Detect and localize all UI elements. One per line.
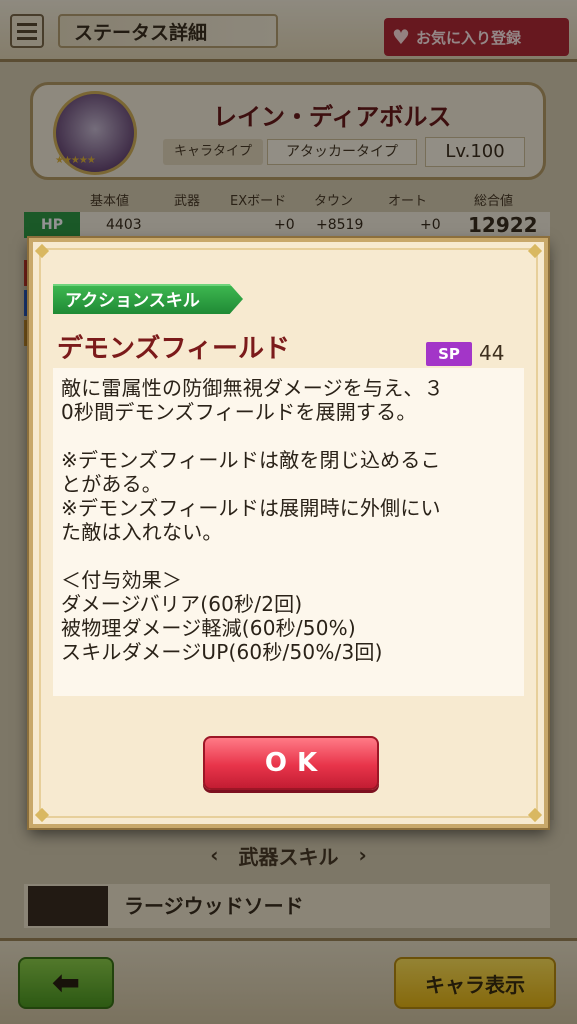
skill-type-badge: アクションスキル bbox=[53, 284, 243, 314]
description-line: ※デモンズフィールドは敵を閉じ込めるこ bbox=[61, 448, 441, 472]
description-line: 0秒間デモンズフィールドを展開する。 bbox=[61, 400, 417, 424]
description-line bbox=[61, 424, 516, 448]
ok-button[interactable]: OK bbox=[203, 736, 379, 790]
description-line: スキルダメージUP(60秒/50%/3回) bbox=[61, 640, 383, 664]
description-line: とがある。 bbox=[61, 472, 162, 496]
sp-label: SP bbox=[426, 342, 472, 366]
description-line: 被物理ダメージ軽減(60秒/50%) bbox=[61, 616, 356, 640]
skill-description: 敵に雷属性の防御無視ダメージを与え、３ 0秒間デモンズフィールドを展開する。 ※… bbox=[53, 368, 524, 696]
skill-detail-dialog: アクションスキル デモンズフィールド SP 44 敵に雷属性の防御無視ダメージを… bbox=[29, 238, 548, 828]
description-line: ダメージバリア(60秒/2回) bbox=[61, 592, 303, 616]
description-line: 敵に雷属性の防御無視ダメージを与え、３ bbox=[61, 376, 444, 400]
description-line bbox=[61, 544, 516, 568]
skill-name: デモンズフィールド bbox=[57, 334, 290, 364]
description-line: ※デモンズフィールドは展開時に外側にい bbox=[61, 496, 441, 520]
description-line: ＜付与効果＞ bbox=[61, 568, 183, 592]
description-line: た敵は入れない。 bbox=[61, 520, 223, 544]
sp-value: 44 bbox=[479, 341, 505, 365]
